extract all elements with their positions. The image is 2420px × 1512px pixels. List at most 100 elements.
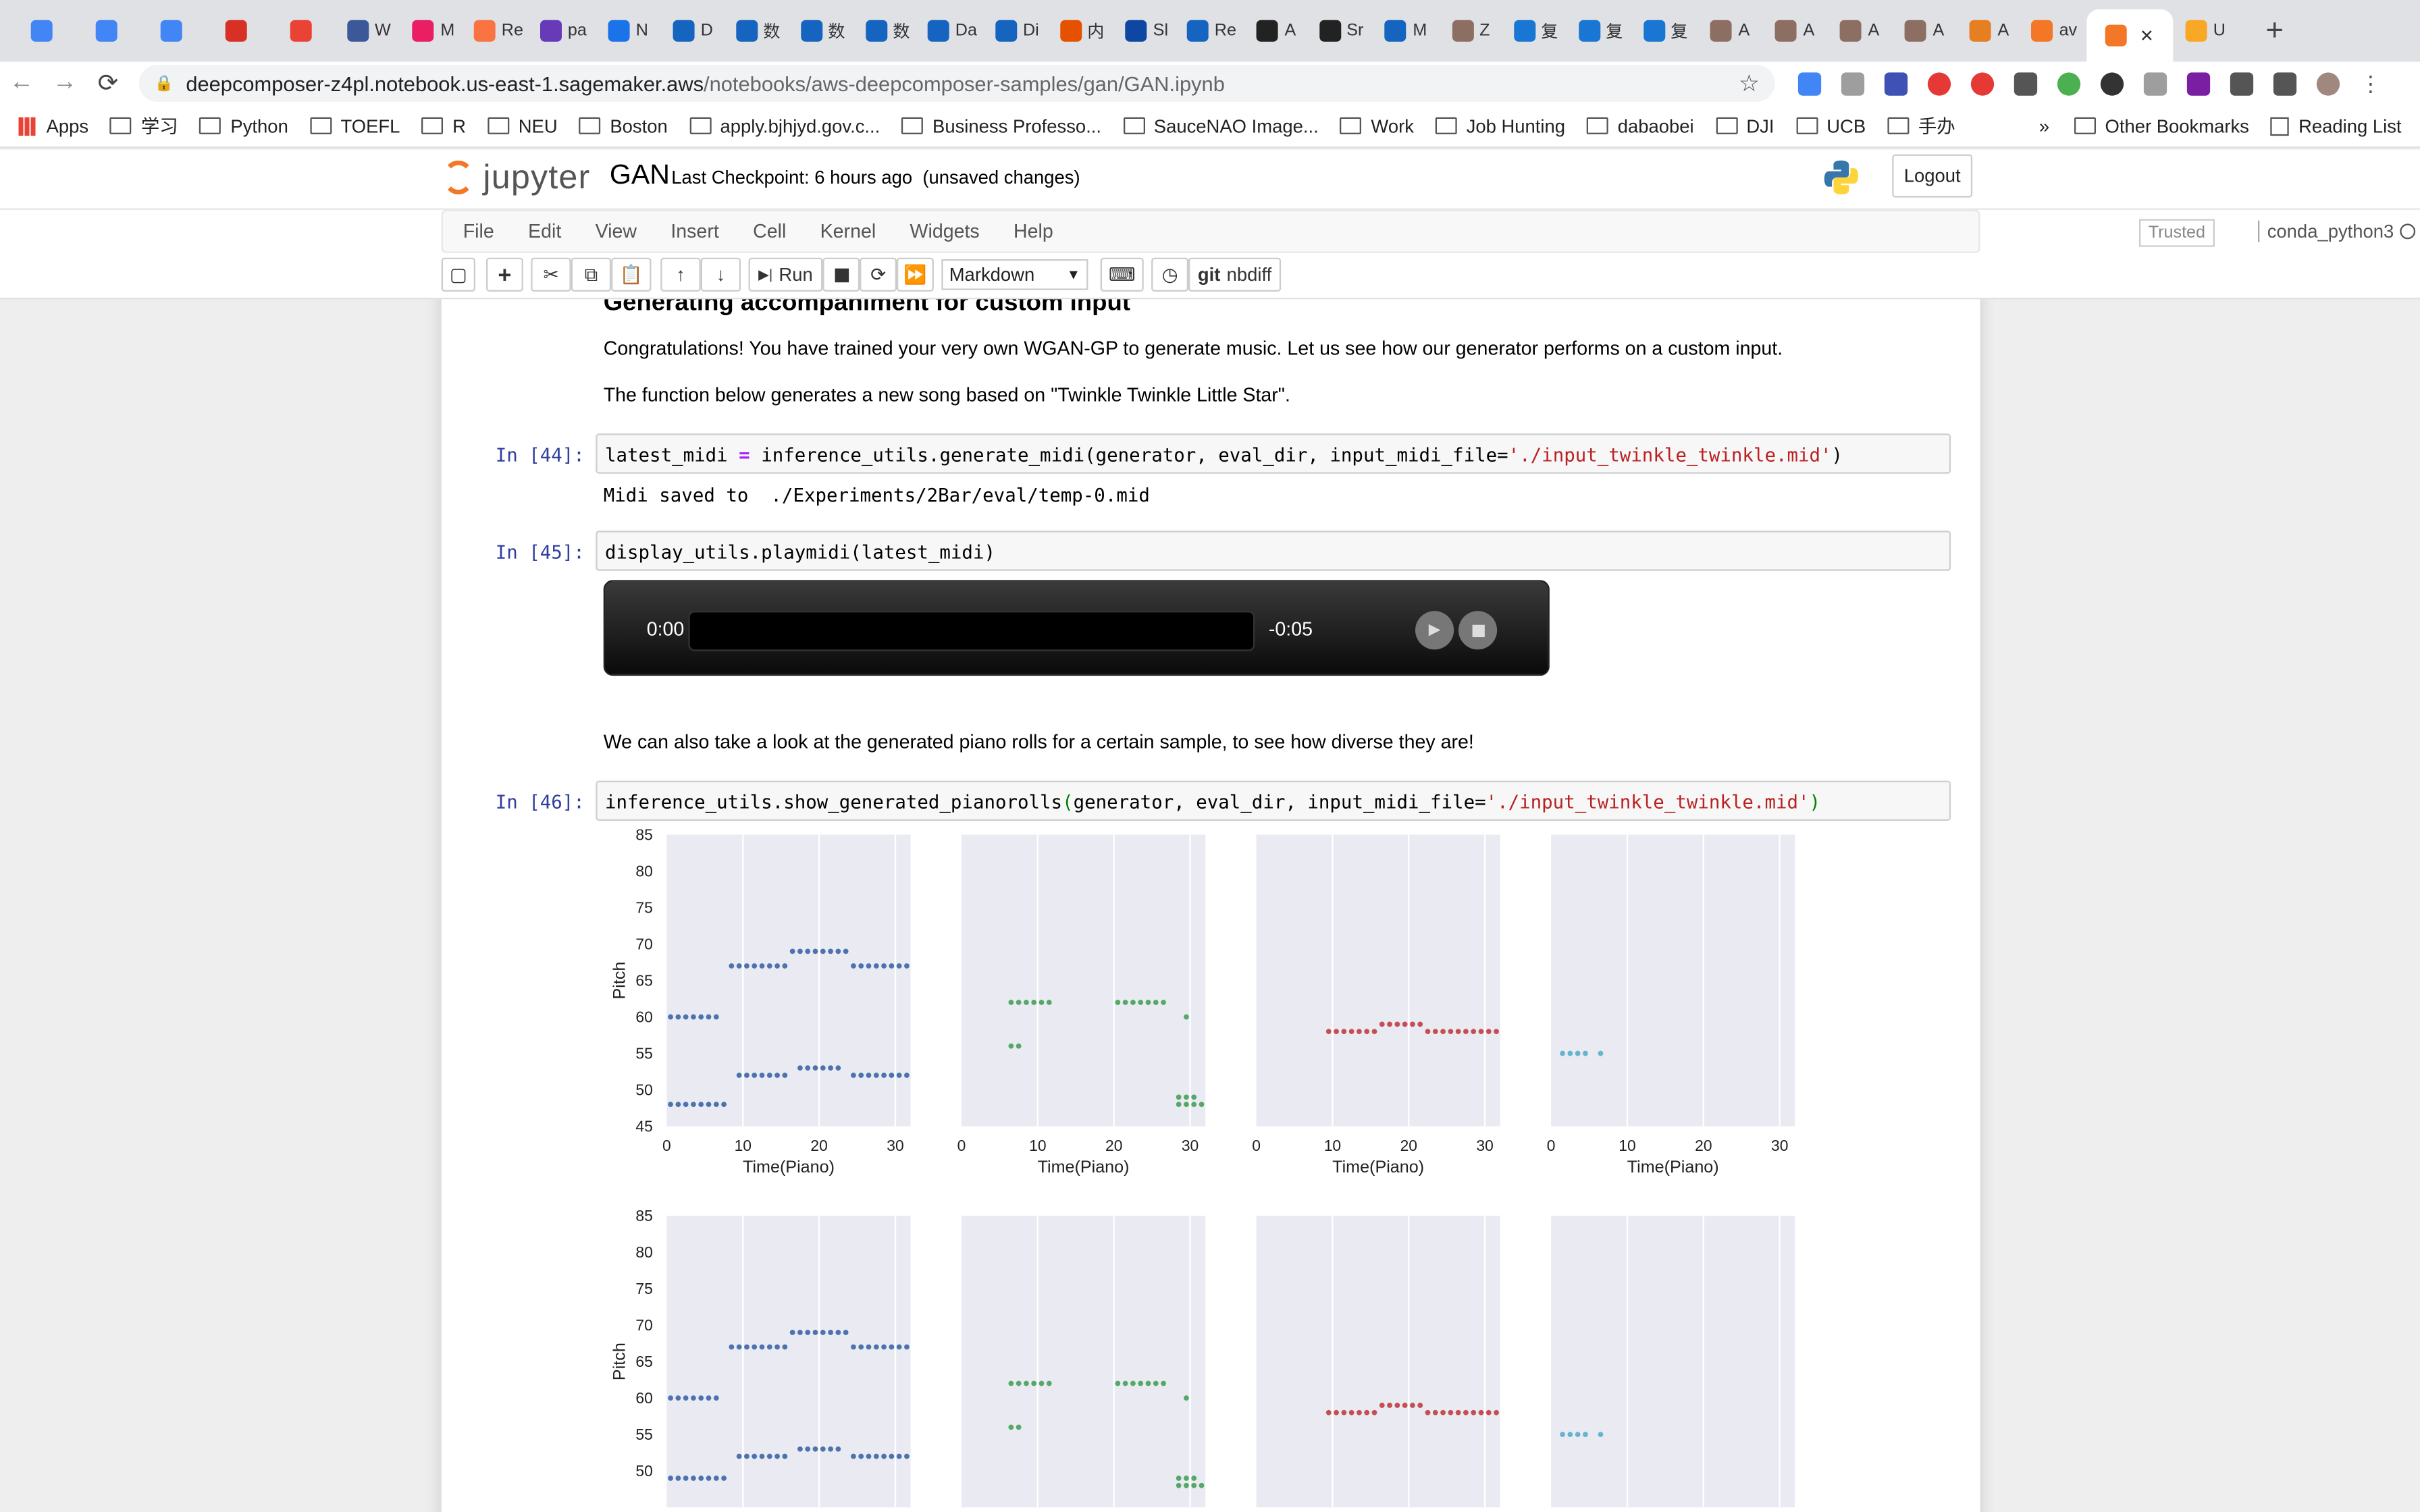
audio-progress-bar[interactable] xyxy=(688,611,1255,651)
interrupt-button[interactable] xyxy=(822,257,860,292)
browser-tab[interactable]: Re xyxy=(1179,7,1244,54)
browser-tab[interactable]: Sr xyxy=(1309,7,1373,54)
more-bookmarks-icon[interactable]: » xyxy=(2039,115,2049,136)
browser-tab[interactable]: A xyxy=(1698,7,1762,54)
move-up-button[interactable]: ↑ xyxy=(660,257,701,292)
menu-item-kernel[interactable]: Kernel xyxy=(803,221,893,242)
bookmark-star-icon[interactable]: ☆ xyxy=(1739,70,1760,97)
browser-tab[interactable]: Z xyxy=(1438,7,1503,54)
r-extension-icon[interactable] xyxy=(2176,61,2219,105)
code-cell-input[interactable]: inference_utils.show_generated_pianoroll… xyxy=(596,780,1951,821)
browser-tab[interactable]: 内 xyxy=(1049,7,1114,54)
browser-tab[interactable]: A xyxy=(1762,7,1827,54)
browser-tab[interactable]: D xyxy=(660,7,725,54)
k-extension-icon[interactable] xyxy=(2133,61,2176,105)
copy-button[interactable]: ⧉ xyxy=(571,257,612,292)
cell-type-select[interactable]: Markdown ▼ xyxy=(941,259,1088,290)
browser-tab[interactable] xyxy=(271,7,336,54)
puzzle-icon[interactable] xyxy=(2219,61,2263,105)
bookmark-item[interactable]: DJI xyxy=(1715,113,1774,139)
menu-item-help[interactable]: Help xyxy=(997,221,1070,242)
address-bar[interactable]: 🔒 deepcomposer-z4pl.notebook.us-east-1.s… xyxy=(138,64,1775,102)
bookmark-item[interactable]: TOEFL xyxy=(309,113,400,139)
avatar[interactable] xyxy=(2306,61,2349,105)
browser-tab[interactable]: 数 xyxy=(855,7,920,54)
menu-item-cell[interactable]: Cell xyxy=(736,221,804,242)
browser-tab[interactable]: U xyxy=(2173,7,2238,54)
x-extension-icon[interactable] xyxy=(2003,61,2047,105)
reload-icon[interactable]: ⟳ xyxy=(86,68,130,99)
restart-button[interactable]: ⟳ xyxy=(860,257,897,292)
menu-item-widgets[interactable]: Widgets xyxy=(893,221,997,242)
browser-tab[interactable]: A xyxy=(1957,7,2022,54)
bookmark-item[interactable]: Python xyxy=(199,113,288,139)
browser-tab[interactable] xyxy=(142,7,207,54)
cut-button[interactable]: ✂ xyxy=(531,257,571,292)
bookmark-item[interactable]: Job Hunting xyxy=(1435,113,1565,139)
bookmark-item[interactable]: Business Professo... xyxy=(901,113,1101,139)
calendar-extension-icon[interactable] xyxy=(1874,61,1917,105)
browser-tab[interactable]: 数 xyxy=(790,7,855,54)
save-button[interactable]: ▢ xyxy=(441,257,475,292)
browser-tab[interactable]: 复 xyxy=(1568,7,1633,54)
browser-tab[interactable]: A xyxy=(1827,7,1892,54)
sb-extension-icon[interactable] xyxy=(2090,61,2133,105)
play-button[interactable]: ▶ xyxy=(1415,611,1454,650)
browser-tab[interactable]: av xyxy=(2022,7,2086,54)
back-icon[interactable]: ← xyxy=(0,70,43,97)
browser-tab[interactable]: 复 xyxy=(1633,7,1698,54)
apps-shortcut[interactable]: Apps xyxy=(18,115,88,136)
forward-icon[interactable]: → xyxy=(43,70,86,97)
adblock-extension-icon[interactable] xyxy=(1960,61,2003,105)
bookmark-item[interactable]: Work xyxy=(1340,113,1414,139)
browser-tab[interactable]: M xyxy=(1373,7,1438,54)
insert-cell-button[interactable]: + xyxy=(485,257,523,292)
new-tab-icon[interactable]: + xyxy=(2265,13,2296,49)
browser-tab[interactable] xyxy=(12,7,77,54)
kernel-name[interactable]: conda_python3 xyxy=(2257,220,2394,242)
bookmark-item[interactable]: UCB xyxy=(1795,113,1866,139)
bookmark-item[interactable]: apply.bjhjyd.gov.c... xyxy=(689,113,880,139)
notebook-name[interactable]: GAN xyxy=(610,159,670,191)
browser-tab[interactable] xyxy=(207,7,271,54)
browser-tab[interactable]: A xyxy=(1244,7,1309,54)
bookmark-item[interactable]: 手办 xyxy=(1887,113,1955,139)
history-button[interactable]: ◷ xyxy=(1151,257,1188,292)
green-extension-icon[interactable] xyxy=(2047,61,2090,105)
browser-tab[interactable]: Di xyxy=(984,7,1049,54)
code-cell-input[interactable]: latest_midi = inference_utils.generate_m… xyxy=(596,433,1951,474)
browser-tab[interactable]: ✕ xyxy=(2086,9,2174,62)
bookmark-item[interactable]: 学习 xyxy=(110,113,178,139)
close-tab-icon[interactable]: ✕ xyxy=(2140,26,2154,45)
trusted-badge[interactable]: Trusted xyxy=(2138,219,2215,247)
browser-tab[interactable]: Sl xyxy=(1114,7,1179,54)
browser-tab[interactable]: N xyxy=(596,7,660,54)
move-down-button[interactable]: ↓ xyxy=(700,257,741,292)
bookmark-item[interactable]: SauceNAO Image... xyxy=(1123,113,1319,139)
other-bookmarks[interactable]: Other Bookmarks xyxy=(2074,115,2249,136)
menu-item-insert[interactable]: Insert xyxy=(654,221,736,242)
bookmark-item[interactable]: NEU xyxy=(487,113,558,139)
browser-tab[interactable]: A xyxy=(1892,7,1957,54)
bookmark-item[interactable]: dabaobei xyxy=(1587,113,1694,139)
menu-item-view[interactable]: View xyxy=(578,221,654,242)
menu-item-edit[interactable]: Edit xyxy=(511,221,579,242)
stop-button[interactable] xyxy=(1458,611,1498,650)
browser-tab[interactable]: pa xyxy=(531,7,596,54)
bookmark-item[interactable]: Boston xyxy=(579,113,668,139)
browser-tab[interactable] xyxy=(77,7,142,54)
logout-button[interactable]: Logout xyxy=(1892,154,1973,198)
browser-tab[interactable]: Re xyxy=(466,7,531,54)
reading-list[interactable]: Reading List xyxy=(2270,115,2402,136)
media-icon[interactable] xyxy=(2263,61,2306,105)
menu-dots-icon[interactable]: ⋮ xyxy=(2349,61,2392,105)
browser-tab[interactable]: Da xyxy=(920,7,984,54)
bookmark-item[interactable]: R xyxy=(421,113,466,139)
code-cell-input[interactable]: display_utils.playmidi(latest_midi) xyxy=(596,531,1951,571)
restart-run-all-button[interactable]: ⏩ xyxy=(896,257,934,292)
command-palette-button[interactable]: ⌨ xyxy=(1100,257,1144,292)
browser-tab[interactable]: 数 xyxy=(725,7,790,54)
jupyter-logo[interactable]: jupyter xyxy=(442,157,590,197)
browser-tab[interactable]: W xyxy=(336,7,401,54)
red-extension-icon[interactable] xyxy=(1917,61,1960,105)
